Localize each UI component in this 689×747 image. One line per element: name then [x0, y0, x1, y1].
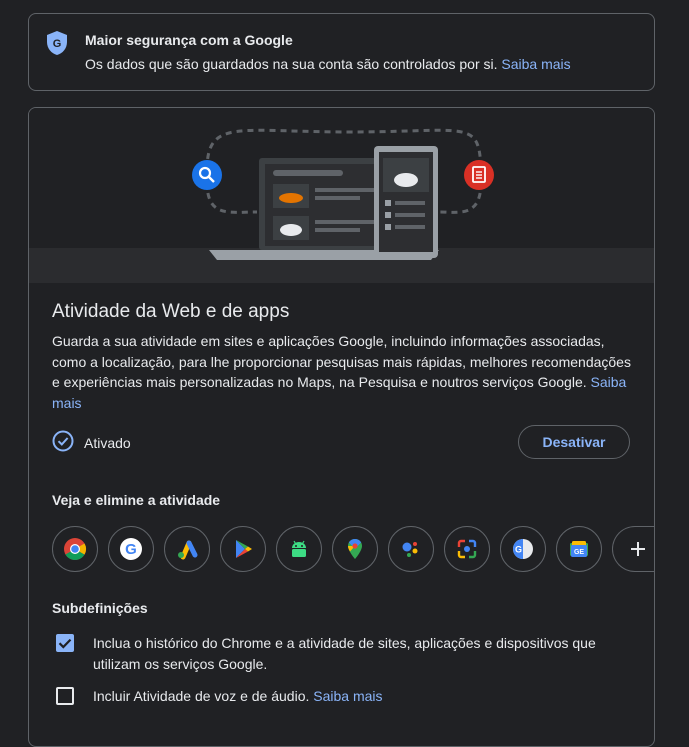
web-app-activity-card: Atividade da Web e de apps Guarda a sua …	[28, 107, 655, 747]
google-news-icon[interactable]: GE	[556, 526, 602, 572]
security-learn-more-link[interactable]: Saiba mais	[501, 56, 570, 72]
hero-illustration	[29, 108, 654, 283]
subsettings-heading: Subdefinições	[52, 600, 148, 616]
svg-text:G: G	[515, 545, 522, 555]
security-title: Maior segurança com a Google	[85, 32, 293, 48]
voice-audio-label-wrap: Incluir Atividade de voz e de áudio. Sai…	[93, 686, 613, 707]
chrome-history-label: Inclua o histórico do Chrome e a ativida…	[93, 635, 596, 672]
activity-description: Guarda a sua atividade em sites e aplica…	[52, 331, 632, 413]
google-play-icon[interactable]	[220, 526, 266, 572]
google-icon[interactable]: G	[108, 526, 154, 572]
android-icon[interactable]	[276, 526, 322, 572]
chrome-history-checkbox[interactable]	[56, 634, 74, 652]
google-ads-icon[interactable]	[164, 526, 210, 572]
voice-audio-learn-more-link[interactable]: Saiba mais	[313, 688, 382, 704]
check-circle-icon	[52, 430, 74, 457]
voice-audio-label: Incluir Atividade de voz e de áudio.	[93, 688, 310, 704]
svg-text:G: G	[125, 541, 137, 558]
google-shield-icon: G	[46, 30, 68, 56]
add-icon[interactable]	[612, 526, 654, 572]
disable-button[interactable]: Desativar	[518, 425, 630, 459]
google-translate-icon[interactable]: G	[500, 526, 546, 572]
svg-text:GE: GE	[574, 549, 584, 556]
voice-audio-option: Incluir Atividade de voz e de áudio. Sai…	[56, 686, 613, 707]
security-text: Os dados que são guardados na sua conta …	[85, 56, 571, 72]
status-label: Ativado	[84, 435, 131, 451]
google-assistant-icon[interactable]	[388, 526, 434, 572]
activity-title: Atividade da Web e de apps	[52, 301, 290, 322]
google-maps-icon[interactable]	[332, 526, 378, 572]
view-delete-heading: Veja e elimine a atividade	[52, 492, 221, 508]
activity-description-text: Guarda a sua atividade em sites e aplica…	[52, 333, 631, 390]
voice-audio-checkbox[interactable]	[56, 687, 74, 705]
google-lens-icon[interactable]	[444, 526, 490, 572]
activity-status: Ativado	[52, 430, 131, 456]
svg-text:G: G	[53, 38, 62, 50]
chrome-icon[interactable]	[52, 526, 98, 572]
security-card: G Maior segurança com a Google Os dados …	[28, 13, 655, 91]
chrome-history-option: Inclua o histórico do Chrome e a ativida…	[56, 633, 613, 674]
security-description: Os dados que são guardados na sua conta …	[85, 56, 498, 72]
